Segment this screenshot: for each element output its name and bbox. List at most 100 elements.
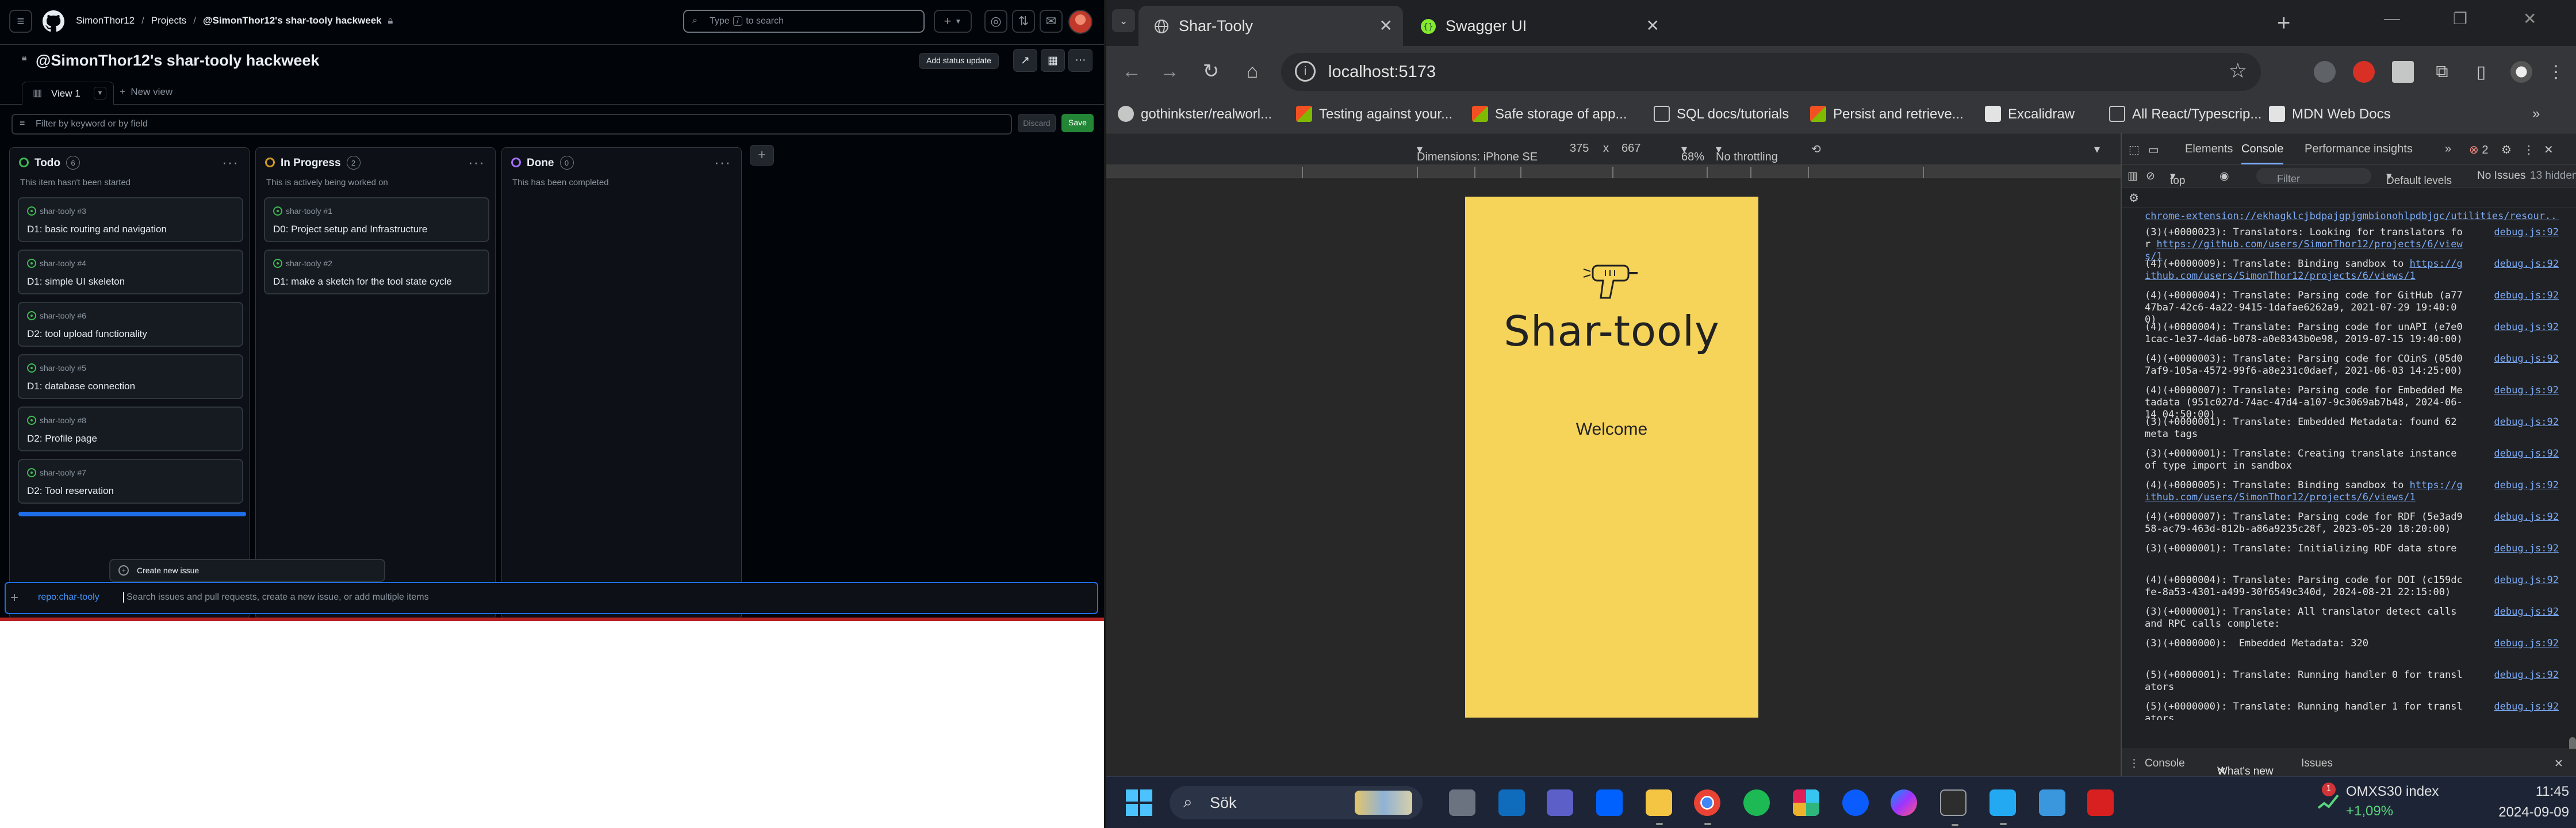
- avatar[interactable]: [1068, 10, 1092, 34]
- drawer-tab-issues[interactable]: Issues: [2301, 757, 2333, 770]
- issue-card[interactable]: shar-tooly #6 D2: tool upload functionali…: [18, 302, 243, 347]
- context-select[interactable]: top ▾: [2170, 170, 2185, 187]
- log-source-link[interactable]: debug.js:92: [2494, 448, 2559, 460]
- device-toggle-icon[interactable]: ▭: [2148, 143, 2159, 157]
- chrome-icon[interactable]: [1694, 789, 1720, 825]
- close-window-icon[interactable]: ✕: [2523, 9, 2536, 28]
- menu-button[interactable]: ≡: [9, 10, 32, 33]
- log-source-link[interactable]: debug.js:92: [2494, 511, 2559, 523]
- create-new-issue-option[interactable]: + Create new issue: [109, 559, 385, 582]
- task-view-icon[interactable]: [1449, 789, 1475, 816]
- tab-swagger[interactable]: {} Swagger UI ✕: [1405, 6, 1670, 46]
- card-title[interactable]: D2: Tool reservation: [27, 485, 114, 497]
- eye-icon[interactable]: ◉: [2220, 170, 2229, 183]
- bookmark-folder[interactable]: All React/Typescrip...: [2109, 106, 2261, 122]
- extension-icon[interactable]: [2314, 61, 2336, 83]
- reload-icon[interactable]: ↻: [1197, 57, 1225, 85]
- back-icon[interactable]: ←: [1118, 57, 1145, 85]
- dropbox-icon[interactable]: [1596, 789, 1623, 816]
- breadcrumb-owner[interactable]: SimonThor12: [76, 15, 135, 26]
- tab-performance-insights[interactable]: Performance insights: [2305, 143, 2413, 156]
- issues-button[interactable]: ◎: [984, 10, 1007, 33]
- bookmark-item[interactable]: Persist and retrieve...: [1810, 106, 1964, 122]
- device-select[interactable]: Dimensions: iPhone SE ▾: [1417, 142, 1538, 163]
- close-icon[interactable]: ✕: [2544, 143, 2554, 157]
- log-source-link[interactable]: debug.js:92: [2494, 416, 2559, 428]
- column-menu-icon[interactable]: ···: [222, 154, 239, 171]
- error-counter[interactable]: ⊗ 2: [2469, 143, 2488, 157]
- acrobat-icon[interactable]: [2087, 789, 2114, 816]
- github-logo-icon[interactable]: [41, 9, 66, 33]
- bookmark-star-icon[interactable]: ☆: [2229, 59, 2247, 83]
- discard-button[interactable]: Discard: [1018, 114, 1056, 132]
- bookmark-item[interactable]: MDN Web Docs: [2269, 106, 2391, 122]
- kebab-icon[interactable]: ⋮: [2545, 61, 2567, 83]
- close-icon[interactable]: ✕: [1646, 16, 1659, 35]
- issues-indicator[interactable]: No Issues: [2477, 170, 2525, 182]
- log-source-link[interactable]: debug.js:92: [2494, 385, 2559, 397]
- column-menu-icon[interactable]: ···: [714, 154, 731, 171]
- log-source-link[interactable]: debug.js:92: [2494, 258, 2559, 270]
- width-field[interactable]: 375: [1570, 142, 1589, 155]
- log-source-link[interactable]: debug.js:92: [2494, 574, 2559, 586]
- add-status-update-button[interactable]: Add status update: [919, 53, 999, 69]
- tab-shar-tooly[interactable]: Shar-Tooly ✕: [1138, 6, 1403, 46]
- inspect-icon[interactable]: ⬚: [2129, 143, 2140, 157]
- extension-icon[interactable]: [2392, 61, 2414, 83]
- add-item-input[interactable]: Search issues and pull requests, create …: [123, 592, 429, 603]
- tab-search-button[interactable]: ⌄: [1112, 9, 1135, 32]
- create-new-button[interactable]: + ▼: [934, 10, 972, 33]
- bookmark-item[interactable]: Testing against your...: [1296, 106, 1452, 122]
- add-column-button[interactable]: +: [750, 145, 774, 166]
- bookmark-folder[interactable]: SQL docs/tutorials: [1654, 106, 1789, 122]
- kebab-icon[interactable]: ⋮: [2129, 757, 2140, 770]
- system-clock[interactable]: 11:45 2024-09-09: [2492, 784, 2569, 825]
- zoom-select[interactable]: 68% ▾: [1681, 142, 1704, 163]
- vscode-icon[interactable]: [1989, 789, 2016, 825]
- issue-card[interactable]: shar-tooly #1 D0: Project setup and Infra…: [264, 197, 489, 242]
- messenger-icon[interactable]: [1891, 789, 1917, 816]
- issue-card[interactable]: shar-tooly #3 D1: basic routing and navig…: [18, 197, 243, 242]
- insights-button[interactable]: ↗: [1013, 49, 1037, 72]
- kebab-icon[interactable]: ⋮: [2523, 143, 2535, 157]
- extension-icon[interactable]: [2353, 61, 2375, 83]
- profile-avatar[interactable]: [2510, 61, 2532, 83]
- issue-card[interactable]: shar-tooly #8 D2: Profile page: [18, 407, 243, 451]
- taskbar-search[interactable]: ⌕ Sök: [1170, 786, 1423, 819]
- log-url[interactable]: chrome-extension://ekhagklcjbdpajgpjgmbi…: [2145, 210, 2559, 222]
- save-button[interactable]: Save: [1061, 114, 1094, 132]
- layout-button[interactable]: ▦: [1041, 49, 1065, 72]
- filter-input[interactable]: ≡ Filter by keyword or by field: [12, 114, 1012, 135]
- more-tabs-icon[interactable]: »: [2445, 143, 2451, 156]
- issue-card[interactable]: shar-tooly #7 D2: Tool reservation: [18, 459, 243, 504]
- outlook-icon[interactable]: [1498, 789, 1525, 816]
- inbox-button[interactable]: ✉: [1040, 10, 1063, 33]
- card-title[interactable]: D0: Project setup and Infrastructure: [273, 224, 427, 235]
- tab-elements[interactable]: Elements: [2185, 143, 2233, 156]
- spotify-icon[interactable]: [1743, 789, 1770, 816]
- card-title[interactable]: D1: simple UI skeleton: [27, 276, 125, 288]
- card-title[interactable]: D1: database connection: [27, 381, 135, 392]
- home-icon[interactable]: ⌂: [1239, 57, 1266, 85]
- kebab-icon[interactable]: ▾: [2094, 142, 2100, 156]
- issue-card[interactable]: shar-tooly #5 D1: database connection: [18, 354, 243, 399]
- bookmarks-overflow-icon[interactable]: »: [2532, 106, 2540, 122]
- slack-icon[interactable]: [1793, 789, 1819, 816]
- levels-select[interactable]: Default levels ▾: [2386, 170, 2452, 187]
- bookmark-item[interactable]: Excalidraw: [1985, 106, 2075, 122]
- chevron-down-icon[interactable]: ▼: [94, 87, 106, 99]
- log-source-link[interactable]: debug.js:92: [2494, 543, 2559, 555]
- clear-console-icon[interactable]: ⊘: [2146, 170, 2155, 183]
- console-filter-input[interactable]: Filter: [2256, 168, 2371, 185]
- log-source-link[interactable]: debug.js:92: [2494, 290, 2559, 302]
- log-source-link[interactable]: debug.js:92: [2494, 701, 2559, 713]
- log-source-link[interactable]: debug.js:92: [2494, 321, 2559, 334]
- issue-card[interactable]: shar-tooly #2 D1: make a sketch for the t…: [264, 250, 489, 294]
- breadcrumb-project[interactable]: @SimonThor12's shar-tooly hackweek: [203, 15, 382, 26]
- new-tab-button[interactable]: +: [2277, 10, 2290, 36]
- bookmark-item[interactable]: Safe storage of app...: [1472, 106, 1627, 122]
- terminal-icon[interactable]: [1940, 789, 1966, 826]
- issue-card[interactable]: shar-tooly #4 D1: simple UI skeleton: [18, 250, 243, 294]
- breadcrumb-projects[interactable]: Projects: [151, 15, 186, 26]
- sidebar-toggle-icon[interactable]: ▥: [2128, 170, 2138, 183]
